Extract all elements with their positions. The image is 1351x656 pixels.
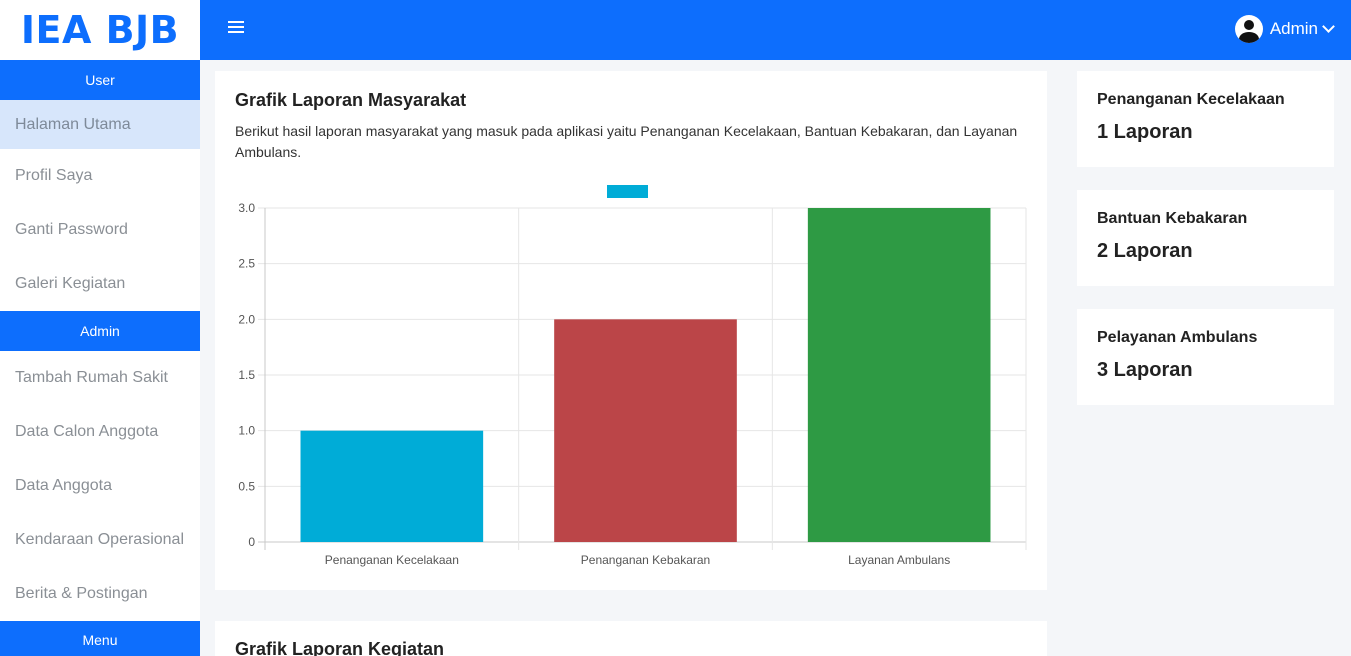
x-tick-label: Layanan Ambulans (848, 553, 950, 567)
bar-3 (807, 208, 991, 542)
stat-label: Bantuan Kebakaran (1097, 210, 1248, 227)
top-navbar: Admin (200, 0, 1351, 60)
stat-card-kecelakaan: Penanganan Kecelakaan 1 Laporan (1077, 71, 1334, 167)
y-tick-label: 1.5 (238, 368, 255, 382)
y-tick-label: 0 (248, 535, 255, 549)
x-tick-label: Penanganan Kecelakaan (325, 553, 459, 567)
sidebar-item-data-calon-anggota[interactable]: Data Calon Anggota (0, 405, 200, 459)
section-header-admin: Admin (0, 311, 200, 351)
x-tick-label: Penanganan Kebakaran (581, 553, 710, 567)
sidebar-item-profil-saya[interactable]: Profil Saya (0, 149, 200, 203)
stat-label: Pelayanan Ambulans (1097, 329, 1258, 346)
bar-chart: 0 0.5 1.0 1.5 2.0 2.5 3.0 Penanganan Kecelakaan… (238, 185, 1027, 567)
y-tick-label: 2.5 (238, 257, 255, 271)
sidebar-item-galeri-kegiatan[interactable]: Galeri Kegiatan (0, 257, 200, 311)
y-tick-label: 1.0 (238, 424, 255, 438)
bar-2 (554, 319, 737, 542)
sidebar-item-tambah-rumah-sakit[interactable]: Tambah Rumah Sakit (0, 351, 200, 405)
stat-card-kebakaran: Bantuan Kebakaran 2 Laporan (1077, 190, 1334, 286)
section-header-menu: Menu (0, 621, 200, 656)
chevron-down-icon (1322, 20, 1335, 33)
y-tick-label: 2.0 (238, 312, 255, 326)
hamburger-menu-icon[interactable] (228, 21, 244, 35)
activity-chart-card: Grafik Laporan Kegiatan (215, 621, 1047, 656)
stat-card-ambulans: Pelayanan Ambulans 3 Laporan (1077, 309, 1334, 405)
sidebar-item-kendaraan-operasional[interactable]: Kendaraan Operasional (0, 513, 200, 567)
sidebar-item-berita-postingan[interactable]: Berita & Postingan (0, 567, 200, 621)
stat-count: 1 Laporan (1097, 121, 1193, 143)
legend-swatch (607, 185, 648, 198)
y-tick-label: 0.5 (238, 479, 255, 493)
brand-logo[interactable]: IEA BJB (0, 0, 200, 60)
brand-text: IEA BJB (20, 8, 180, 52)
activity-chart-title: Grafik Laporan Kegiatan (235, 639, 445, 656)
y-tick-label: 3.0 (238, 201, 255, 215)
user-avatar-icon (1234, 15, 1263, 43)
sidebar-item-ganti-password[interactable]: Ganti Password (0, 203, 200, 257)
sidebar-item-halaman-utama[interactable]: Halaman Utama (0, 100, 200, 149)
user-dropdown[interactable]: Admin (1234, 15, 1335, 43)
stat-count: 2 Laporan (1097, 240, 1193, 262)
bar-1 (300, 430, 484, 542)
report-chart-card: Grafik Laporan Masyarakat Berikut hasil … (215, 71, 1047, 590)
stat-count: 3 Laporan (1097, 359, 1193, 381)
stat-label: Penanganan Kecelakaan (1097, 91, 1285, 108)
sidebar: IEA BJB User Halaman Utama Profil Saya G… (0, 0, 200, 656)
user-name: Admin (1269, 19, 1318, 38)
section-header-user: User (0, 60, 200, 100)
sidebar-item-data-anggota[interactable]: Data Anggota (0, 459, 200, 513)
